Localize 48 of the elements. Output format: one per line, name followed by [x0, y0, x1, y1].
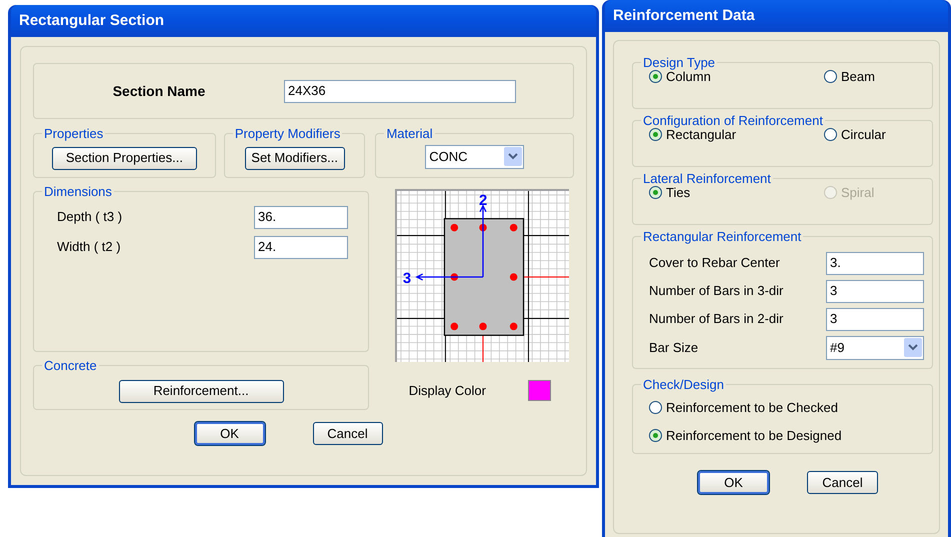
number-field[interactable]: 3 — [826, 280, 924, 302]
display-color-label: Display Color — [408, 382, 486, 400]
window-title: Rectangular Section — [19, 10, 164, 31]
radio-button[interactable] — [824, 128, 837, 141]
number-field[interactable]: 3 — [826, 308, 924, 330]
color-swatch[interactable] — [528, 380, 551, 401]
group-label: Rectangular Reinforcement — [642, 228, 802, 246]
section-name-field[interactable]: 24X36 — [284, 80, 516, 102]
radio-label[interactable]: Reinforcement to be Checked — [666, 398, 838, 418]
group-label: Check/Design — [642, 376, 725, 394]
field-label: Number of Bars in 3-dir — [649, 282, 784, 300]
axis-label: 2 — [479, 192, 488, 209]
radio-button[interactable] — [649, 428, 662, 442]
dimension-field[interactable]: 36. — [254, 206, 348, 228]
radio-button[interactable] — [824, 70, 837, 83]
ok-button[interactable]: OK — [194, 422, 264, 445]
section-name-label: Section Name — [112, 82, 206, 100]
reinforcement-button[interactable]: Reinforcement... — [118, 380, 284, 402]
group-label: Design Type — [642, 54, 716, 72]
radio-button[interactable] — [649, 186, 662, 199]
group-label: Concrete — [43, 357, 98, 375]
group-label: Configuration of Reinforcement — [642, 112, 824, 130]
radio-label[interactable]: Reinforcement to be Designed — [666, 426, 842, 445]
material-select[interactable]: CONC — [425, 144, 524, 168]
radio-label[interactable]: Circular — [841, 124, 886, 144]
group-label: Dimensions — [43, 183, 113, 201]
field-label: Depth ( t3 ) — [57, 208, 122, 226]
field-label: Width ( t2 ) — [57, 238, 121, 256]
cancel-button[interactable]: Cancel — [807, 471, 878, 494]
radio-label[interactable]: Beam — [841, 66, 875, 86]
group-label: Property Modifiers — [234, 125, 342, 143]
dimension-field[interactable]: 24. — [254, 236, 348, 258]
radio-button[interactable] — [649, 401, 662, 414]
radio-button[interactable] — [649, 128, 662, 141]
axis-label: 3 — [402, 270, 412, 287]
field-label: Number of Bars in 2-dir — [649, 310, 784, 328]
field-label: Bar Size — [649, 338, 698, 357]
set-modifiers-button[interactable]: Set Modifiers... — [244, 146, 345, 170]
ok-button[interactable]: OK — [698, 471, 769, 494]
radio-button[interactable] — [649, 70, 662, 83]
bar-size-select[interactable]: #9 — [826, 336, 924, 360]
section-properties-button[interactable]: Section Properties... — [52, 146, 197, 170]
number-field[interactable]: 3. — [826, 252, 924, 274]
cancel-button[interactable]: Cancel — [312, 422, 382, 445]
group-label: Properties — [43, 125, 104, 143]
group-label: Material — [385, 125, 434, 143]
window-title: Reinforcement Data — [613, 6, 755, 26]
field-label: Cover to Rebar Center — [649, 254, 780, 272]
